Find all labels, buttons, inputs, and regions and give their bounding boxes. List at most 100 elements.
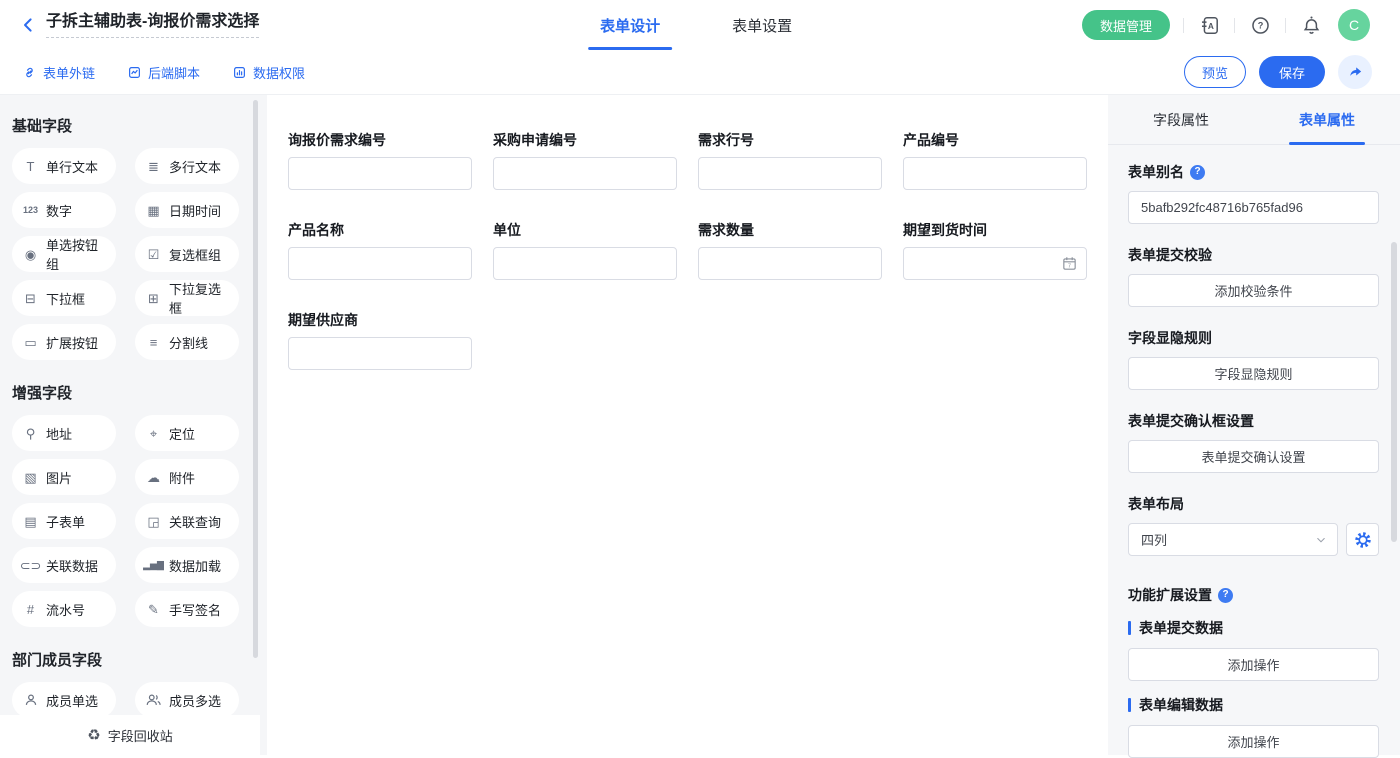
demand-quantity-input[interactable] <box>698 247 882 280</box>
layout-settings-button[interactable] <box>1346 523 1379 556</box>
sidebar-item-subform[interactable]: ▤子表单 <box>12 503 116 539</box>
tab-form-settings[interactable]: 表单设置 <box>732 0 792 50</box>
sidebar-item-extend-button[interactable]: ▭ 扩展按钮 <box>12 324 116 360</box>
tab-field-properties[interactable]: 字段属性 <box>1108 95 1254 144</box>
chevron-down-icon <box>1315 534 1327 546</box>
form-field-product-no[interactable]: 产品编号 <box>903 131 1087 190</box>
form-field-expected-supplier[interactable]: 期望供应商 <box>288 311 472 370</box>
sidebar-item-multi-line-text[interactable]: ≣多行文本 <box>135 148 239 184</box>
sidebar-item-divider[interactable]: ≡分割线 <box>135 324 239 360</box>
linked-query-icon: ◲ <box>145 515 162 528</box>
sidebar-item-select[interactable]: ⊟ 下拉框 <box>12 280 116 316</box>
form-canvas[interactable]: 询报价需求编号 采购申请编号 需求行号 产品编号产品名称单位需求数量期望到货时间7 期望… <box>267 95 1108 755</box>
save-button[interactable]: 保存 <box>1259 56 1325 88</box>
help-badge-icon[interactable]: ? <box>1218 588 1233 603</box>
section-marker <box>1128 698 1131 712</box>
form-field-expected-arrival-time[interactable]: 期望到货时间7 <box>903 221 1087 280</box>
sidebar-item-location[interactable]: ⌖定位 <box>135 415 239 451</box>
sidebar-item-serial-number[interactable]: #流水号 <box>12 591 116 627</box>
sidebar-sections: 基础字段 T单行文本 ≣多行文本 123数字 ▦日期时间 ◉ 单选按钮组 ☑复选框组 ⊟ 下拉框 ⊞… <box>12 115 267 755</box>
contact-book-icon[interactable]: A <box>1197 13 1221 37</box>
sidebar-item-signature[interactable]: ✎手写签名 <box>135 591 239 627</box>
sidebar-item-member-multi[interactable]: 成员多选 <box>135 682 239 718</box>
feature-extension-label: 功能扩展设置 ? <box>1128 586 1379 604</box>
help-icon[interactable]: ? <box>1248 13 1272 37</box>
sidebar-item-checkbox-group[interactable]: ☑复选框组 <box>135 236 239 272</box>
submit-validation-button[interactable]: 添加校验条件 <box>1128 274 1379 307</box>
form-field-unit[interactable]: 单位 <box>493 221 677 280</box>
select-icon: ⊟ <box>22 292 39 305</box>
submit-data-button[interactable]: 添加操作 <box>1128 648 1379 681</box>
field-recycle-bin-button[interactable]: ♻ 字段回收站 <box>0 715 260 755</box>
form-external-link-button[interactable]: 表单外链 <box>22 63 95 82</box>
form-field-demand-quantity[interactable]: 需求数量 <box>698 221 882 280</box>
tab-form-design[interactable]: 表单设计 <box>600 0 660 50</box>
unit-input[interactable] <box>493 247 677 280</box>
sidebar-scrollbar[interactable] <box>253 100 258 658</box>
avatar[interactable]: C <box>1338 9 1370 41</box>
sidebar-item-image[interactable]: ▧图片 <box>12 459 116 495</box>
submit-data-label: 表单提交数据 <box>1128 618 1379 638</box>
toolbar-actions: 预览 保存 <box>1184 55 1372 89</box>
share-button[interactable] <box>1338 55 1372 89</box>
sidebar-item-label: 扩展按钮 <box>46 333 98 352</box>
sidebar-item-number[interactable]: 123数字 <box>12 192 116 228</box>
help-badge-icon[interactable]: ? <box>1190 165 1205 180</box>
submit-confirm-button[interactable]: 表单提交确认设置 <box>1128 440 1379 473</box>
layout-select[interactable]: 四列 <box>1128 523 1338 556</box>
form-alias-input[interactable] <box>1128 191 1379 224</box>
sidebar-item-attachment[interactable]: ☁附件 <box>135 459 239 495</box>
sidebar-item-member-single[interactable]: 成员单选 <box>12 682 116 718</box>
sidebar-item-linked-query[interactable]: ◲关联查询 <box>135 503 239 539</box>
member-multi-icon <box>145 693 162 707</box>
sidebar-item-radio-group[interactable]: ◉ 单选按钮组 <box>12 236 116 272</box>
recycle-icon: ♻ <box>87 728 100 743</box>
canvas-grid: 询报价需求编号 采购申请编号 需求行号 产品编号产品名称单位需求数量期望到货时间7 期望… <box>288 131 1088 370</box>
preview-button[interactable]: 预览 <box>1184 56 1246 88</box>
form-layout-label: 表单布局 <box>1128 495 1379 513</box>
panel-scrollbar[interactable] <box>1391 242 1397 542</box>
toolbar-link-label: 后端脚本 <box>148 63 200 82</box>
field-label: 询报价需求编号 <box>288 131 472 149</box>
sidebar-item-label: 单选按钮组 <box>46 235 106 273</box>
field-label: 需求行号 <box>698 131 882 149</box>
single-line-text-icon: T <box>22 160 39 173</box>
back-icon[interactable] <box>16 13 40 37</box>
field-input-wrap <box>493 247 677 280</box>
sidebar-item-linked-data[interactable]: ⊂⊃关联数据 <box>12 547 116 583</box>
divider-icon: ≡ <box>145 336 162 349</box>
product-no-input[interactable] <box>903 157 1087 190</box>
sidebar-item-datetime[interactable]: ▦日期时间 <box>135 192 239 228</box>
location-icon: ⌖ <box>145 427 162 440</box>
sidebar-item-label: 数字 <box>46 201 72 220</box>
field-input-wrap <box>288 247 472 280</box>
sidebar-item-data-load[interactable]: ▂▅▇数据加载 <box>135 547 239 583</box>
attachment-icon: ☁ <box>145 471 162 484</box>
form-field-product-name[interactable]: 产品名称 <box>288 221 472 280</box>
bell-icon[interactable] <box>1299 13 1323 37</box>
edit-data-button[interactable]: 添加操作 <box>1128 725 1379 758</box>
extend-button-icon: ▭ <box>22 336 39 349</box>
demand-line-no-input[interactable] <box>698 157 882 190</box>
sidebar-section-title: 基础字段 <box>12 115 267 136</box>
expected-arrival-time-input[interactable] <box>903 247 1087 280</box>
field-input-wrap <box>493 157 677 190</box>
data-permission-button[interactable]: 数据权限 <box>232 63 305 82</box>
expected-supplier-input[interactable] <box>288 337 472 370</box>
tab-form-properties[interactable]: 表单属性 <box>1254 95 1400 144</box>
form-field-inquiry-demand-no[interactable]: 询报价需求编号 <box>288 131 472 190</box>
sidebar-item-single-line-text[interactable]: T单行文本 <box>12 148 116 184</box>
backend-script-button[interactable]: 后端脚本 <box>127 63 200 82</box>
form-field-purchase-request-no[interactable]: 采购申请编号 <box>493 131 677 190</box>
sidebar-item-label: 下拉框 <box>46 289 85 308</box>
inquiry-demand-no-input[interactable] <box>288 157 472 190</box>
field-visibility-button[interactable]: 字段显隐规则 <box>1128 357 1379 390</box>
data-manage-button[interactable]: 数据管理 <box>1082 10 1170 40</box>
form-field-demand-line-no[interactable]: 需求行号 <box>698 131 882 190</box>
sidebar-item-multi-select[interactable]: ⊞下拉复选框 <box>135 280 239 316</box>
form-title[interactable]: 子拆主辅助表-询报价需求选择 <box>46 12 259 38</box>
radio-group-icon: ◉ <box>22 248 39 261</box>
sidebar-item-address[interactable]: ⚲地址 <box>12 415 116 451</box>
product-name-input[interactable] <box>288 247 472 280</box>
purchase-request-no-input[interactable] <box>493 157 677 190</box>
